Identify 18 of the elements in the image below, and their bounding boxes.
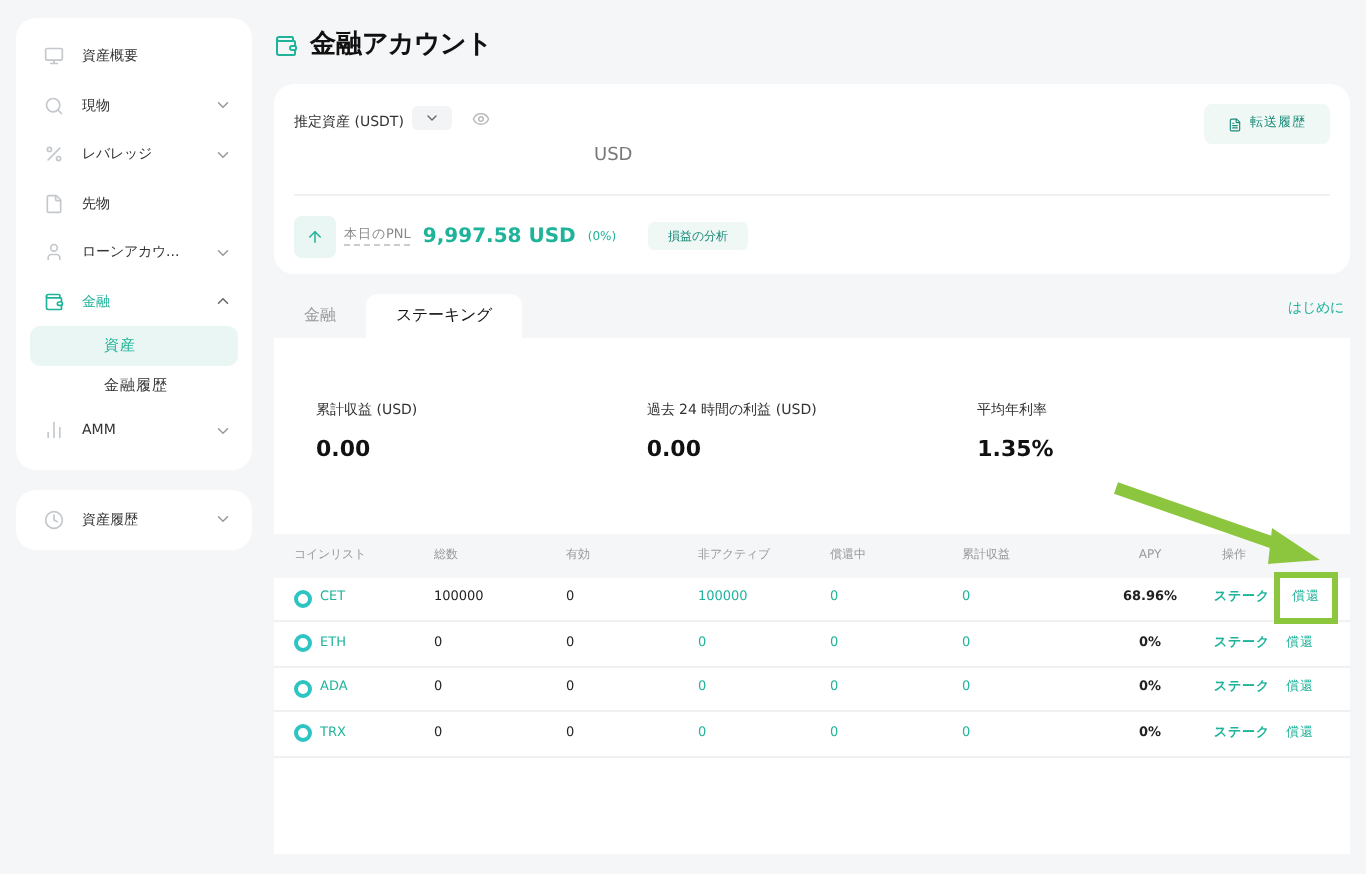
page-title: 金融アカウント [310,28,492,65]
coin-icon [294,589,312,608]
coin-icon [294,679,312,698]
coin-icon [294,724,312,743]
stat-value: 0.00 [316,434,373,466]
tab[interactable]: 金融 [274,293,366,337]
pnl-value: 9,997.58 USD [422,223,576,251]
stat-value: 0.00 [646,434,703,466]
eye-icon[interactable] [471,110,490,128]
dropdown-button[interactable] [411,106,452,130]
chevron-down-icon [423,110,440,126]
tab[interactable]: ステーキング [366,293,522,337]
coin-icon [294,634,312,653]
wallet-icon [274,34,298,58]
stat-value: 1.35% [977,434,1056,466]
trend-up-icon [294,215,336,257]
document-icon [1228,117,1242,131]
currency-label: USD [594,144,635,170]
